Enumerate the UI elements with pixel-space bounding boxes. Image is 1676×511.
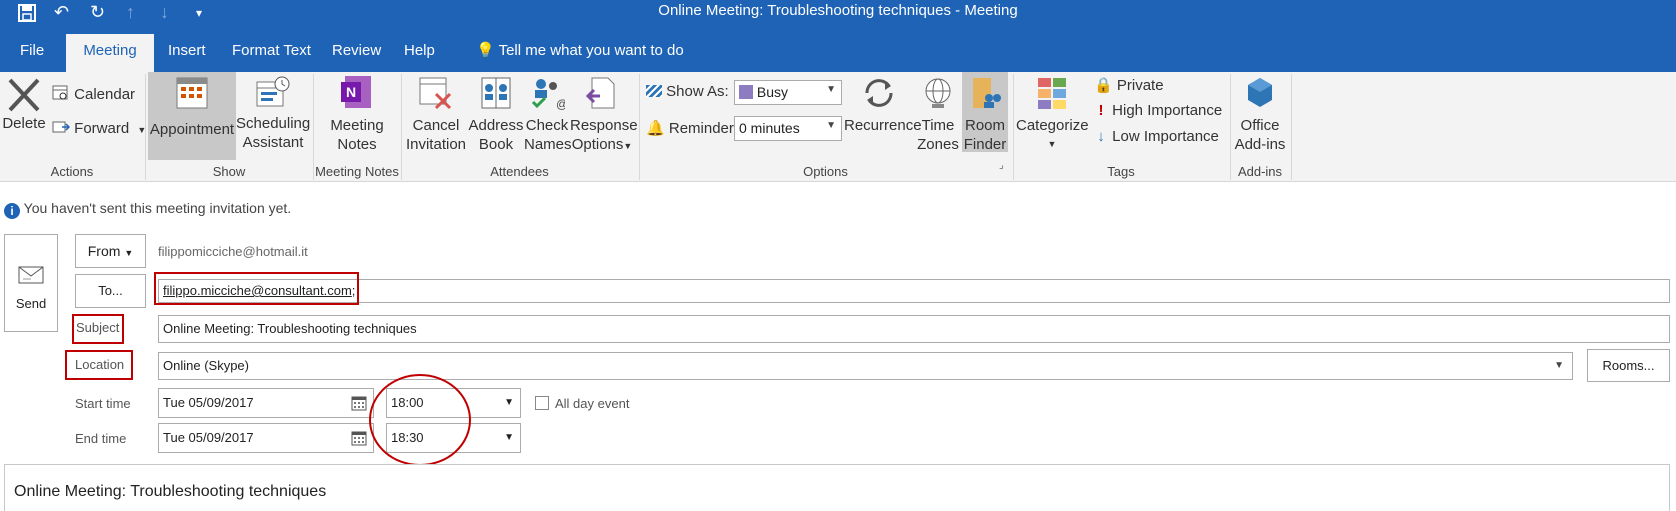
low-importance-button[interactable]: ↓ Low Importance xyxy=(1094,128,1219,145)
private-button[interactable]: 🔒 Private xyxy=(1094,76,1164,94)
check-names-button[interactable]: @ Check Names xyxy=(524,76,572,154)
categorize-button[interactable]: Categorize ▼ xyxy=(1016,76,1089,154)
subject-input[interactable]: Online Meeting: Troubleshooting techniqu… xyxy=(158,315,1670,343)
annotation-highlight xyxy=(65,350,133,380)
all-day-checkbox[interactable] xyxy=(535,396,549,410)
chevron-down-icon: ▼ xyxy=(504,432,514,443)
check-names-icon: @ xyxy=(531,79,565,110)
office-addins-icon xyxy=(1248,78,1272,107)
calendar-button[interactable]: Calendar xyxy=(52,84,135,103)
recurrence-icon xyxy=(865,79,893,107)
location-dropdown-icon[interactable]: ▼ xyxy=(1554,360,1564,371)
send-button[interactable]: Send xyxy=(4,234,58,332)
end-date-picker[interactable]: Tue 05/09/2017 xyxy=(158,423,374,453)
delete-icon xyxy=(8,78,40,112)
meeting-notes-button[interactable]: N Meeting Notes xyxy=(318,74,396,154)
message-body[interactable]: Online Meeting: Troubleshooting techniqu… xyxy=(4,464,1670,511)
lightbulb-icon: 💡 xyxy=(476,42,495,59)
end-time-label: End time xyxy=(75,431,127,446)
svg-text:@: @ xyxy=(556,97,565,110)
rooms-button[interactable]: Rooms... xyxy=(1587,349,1670,382)
delete-button[interactable]: Delete xyxy=(2,76,46,133)
annotation-highlight xyxy=(72,314,124,344)
info-icon: i xyxy=(4,203,20,219)
scheduling-assistant-button[interactable]: Scheduling Assistant xyxy=(236,76,310,152)
office-addins-button[interactable]: Office Add-ins xyxy=(1232,76,1288,154)
annotation-highlight xyxy=(154,272,359,305)
group-addins: Add-ins xyxy=(1237,164,1283,179)
ribbon-tabs: File Meeting Insert Format Text Review H… xyxy=(0,34,1676,72)
tell-me-label: Tell me what you want to do xyxy=(498,42,684,59)
tell-me-search[interactable]: 💡 Tell me what you want to do xyxy=(464,34,696,72)
exclamation-icon: ! xyxy=(1098,102,1104,119)
to-field[interactable]: filippo.micciche@consultant.com; xyxy=(158,279,1670,303)
group-tags: Tags xyxy=(1107,164,1135,179)
time-zones-button[interactable]: Time Zones xyxy=(916,76,960,154)
forward-button[interactable]: Forward ▼ xyxy=(52,119,146,137)
group-show: Show xyxy=(212,164,246,179)
reminder-select[interactable]: 0 minutes ▼ xyxy=(734,116,842,141)
scheduling-icon xyxy=(256,76,290,107)
categorize-icon xyxy=(1038,78,1066,109)
room-finder-icon xyxy=(973,78,1001,108)
tab-file[interactable]: File xyxy=(8,34,56,72)
group-actions: Actions xyxy=(50,164,94,179)
appointment-icon xyxy=(176,77,208,109)
tab-help[interactable]: Help xyxy=(392,34,447,72)
globe-icon xyxy=(925,78,951,108)
onenote-icon: N xyxy=(341,76,371,108)
group-options: Options xyxy=(803,164,848,179)
recurrence-button[interactable]: Recurrence xyxy=(844,76,922,135)
dialog-launcher-icon[interactable]: ⌟ xyxy=(999,160,1004,171)
categorize-dropdown-icon: ▼ xyxy=(1047,139,1057,149)
calendar-search-icon xyxy=(52,85,68,100)
tab-insert[interactable]: Insert xyxy=(156,34,218,72)
chevron-down-icon: ▼ xyxy=(826,84,836,95)
cancel-invitation-icon xyxy=(419,77,452,110)
response-dropdown-icon: ▼ xyxy=(623,141,633,151)
cancel-invitation-button[interactable]: Cancel Invitation xyxy=(404,76,468,154)
to-button[interactable]: To... xyxy=(75,274,146,308)
response-options-button[interactable]: Response Options▼ xyxy=(570,76,638,156)
busy-color-icon xyxy=(739,85,753,99)
divider xyxy=(1291,74,1292,180)
calendar-icon[interactable] xyxy=(351,396,367,414)
from-button[interactable]: From ▼ xyxy=(75,234,146,268)
window-title: Online Meeting: Troubleshooting techniqu… xyxy=(658,2,1018,19)
room-finder-button[interactable]: Room Finder xyxy=(962,72,1008,153)
group-meeting-notes: Meeting Notes xyxy=(315,164,399,179)
from-address: filippomicciche@hotmail.it xyxy=(158,244,308,259)
tab-review[interactable]: Review xyxy=(320,34,393,72)
start-time-label: Start time xyxy=(75,396,131,411)
annotation-circle xyxy=(369,374,471,466)
svg-text:N: N xyxy=(346,84,356,100)
chevron-down-icon: ▼ xyxy=(504,397,514,408)
title-bar: ↶ ↻ ↑ ↓ ▾ Online Meeting: Troubleshootin… xyxy=(0,0,1676,34)
address-book-button[interactable]: Address Book xyxy=(468,76,524,154)
forward-icon xyxy=(52,121,71,133)
all-day-label: All day event xyxy=(555,396,630,411)
address-book-icon xyxy=(481,77,511,109)
group-attendees: Attendees xyxy=(490,164,549,179)
body-text: Online Meeting: Troubleshooting techniqu… xyxy=(14,483,327,500)
reminder-label: 🔔 Reminder: xyxy=(646,120,739,137)
tab-format-text[interactable]: Format Text xyxy=(220,34,323,72)
start-date-picker[interactable]: Tue 05/09/2017 xyxy=(158,388,374,418)
send-envelope-icon xyxy=(18,266,44,284)
from-dropdown-icon: ▼ xyxy=(124,248,134,258)
tab-meeting[interactable]: Meeting xyxy=(66,34,154,72)
high-importance-button[interactable]: ! High Importance xyxy=(1094,102,1223,119)
show-as-icon xyxy=(646,85,662,97)
ribbon: Delete Calendar Forward ▼ Actions Appoin… xyxy=(0,72,1676,182)
info-bar: i You haven't sent this meeting invitati… xyxy=(4,200,291,219)
lock-icon: 🔒 xyxy=(1094,77,1113,94)
down-arrow-icon: ↓ xyxy=(1097,128,1105,145)
appointment-button[interactable]: Appointment xyxy=(148,72,236,160)
bell-icon: 🔔 xyxy=(646,120,665,137)
chevron-down-icon: ▼ xyxy=(826,120,836,131)
response-options-icon xyxy=(585,77,615,109)
show-as-select[interactable]: Busy ▼ xyxy=(734,80,842,105)
calendar-icon[interactable] xyxy=(351,431,367,449)
show-as-label: Show As: xyxy=(646,83,729,100)
